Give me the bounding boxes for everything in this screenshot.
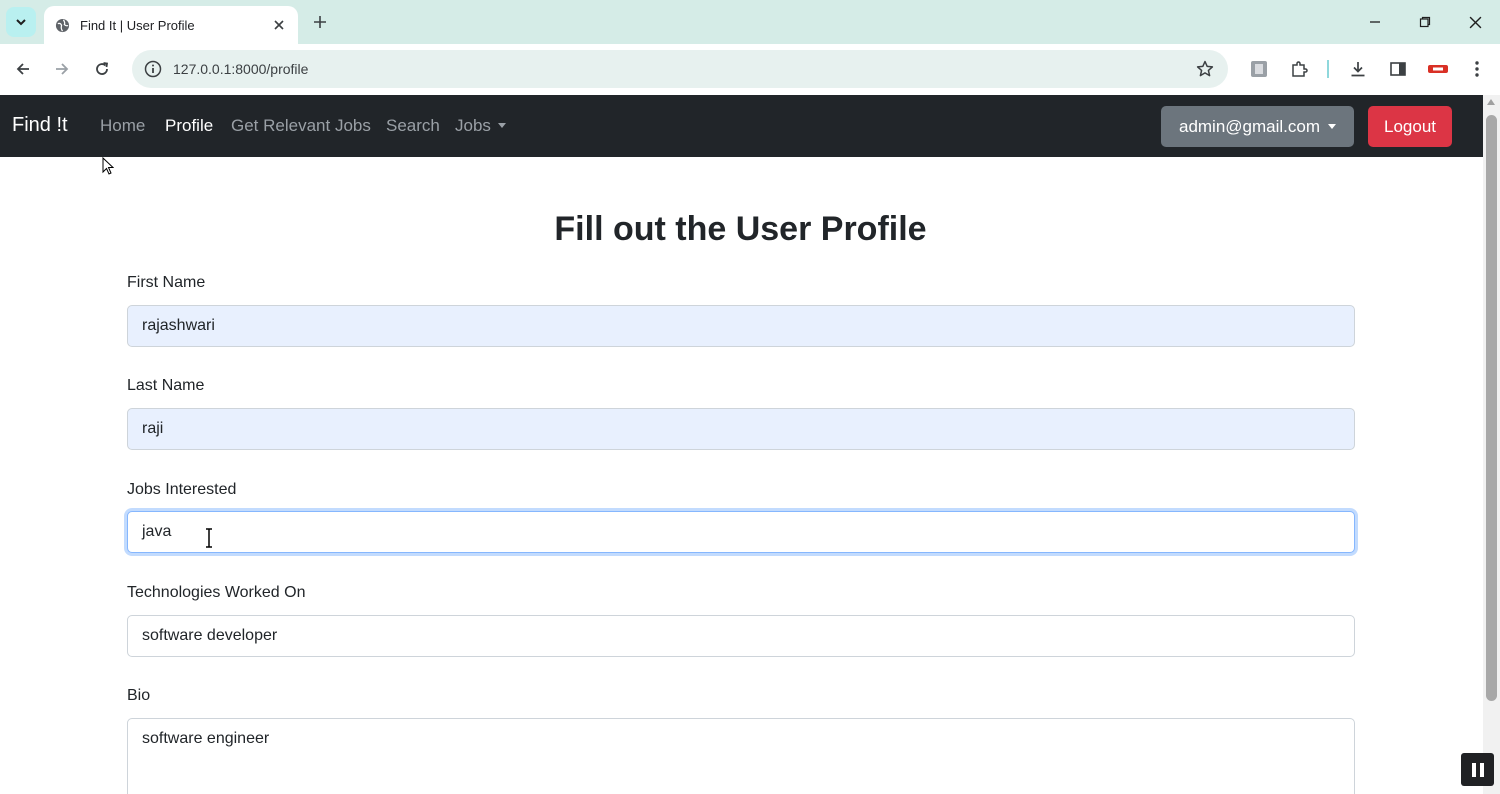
mouse-cursor-icon <box>102 157 114 175</box>
first-name-input[interactable]: rajashwari <box>127 305 1355 347</box>
pause-icon <box>1471 762 1476 777</box>
tab-title: Find It | User Profile <box>80 17 195 33</box>
nav-link-home[interactable]: Home <box>100 116 145 136</box>
minimize-icon[interactable] <box>1361 8 1389 36</box>
extension-avatar-icon[interactable] <box>1246 56 1272 82</box>
bio-label: Bio <box>127 687 151 704</box>
scrollbar-thumb[interactable] <box>1486 115 1497 701</box>
extension-badge-icon[interactable] <box>1425 56 1451 82</box>
last-name-label: Last Name <box>127 377 205 394</box>
nav-dropdown-jobs[interactable]: Jobs <box>455 116 506 136</box>
nav-link-search[interactable]: Search <box>386 116 440 136</box>
text-cursor-icon <box>206 528 212 548</box>
close-window-icon[interactable] <box>1461 8 1489 36</box>
restore-icon[interactable] <box>1411 8 1439 36</box>
technologies-input[interactable]: software developer <box>127 615 1355 657</box>
tab-close-icon[interactable] <box>270 16 288 34</box>
new-tab-icon[interactable] <box>308 10 332 34</box>
bookmark-star-icon[interactable] <box>1194 58 1216 80</box>
address-bar[interactable]: 127.0.0.1:8000/profile <box>132 50 1228 88</box>
back-arrow-icon[interactable] <box>10 56 36 82</box>
nav-dropdown-jobs-label: Jobs <box>455 116 491 135</box>
caret-down-icon <box>1328 124 1337 129</box>
first-name-label: First Name <box>127 274 206 291</box>
extensions-puzzle-icon[interactable] <box>1286 56 1312 82</box>
user-dropdown-button[interactable]: admin@gmail.com <box>1161 106 1354 147</box>
jobs-interested-label: Jobs Interested <box>127 481 237 498</box>
chevron-down-icon <box>16 19 26 26</box>
jobs-interested-input[interactable]: java <box>127 511 1355 553</box>
brand-logo[interactable]: Find !t <box>12 114 68 137</box>
toolbar-separator <box>1327 60 1329 78</box>
url-text: 127.0.0.1:8000/profile <box>173 61 309 77</box>
reload-icon[interactable] <box>89 56 115 82</box>
download-icon[interactable] <box>1345 56 1371 82</box>
last-name-input[interactable]: raji <box>127 408 1355 450</box>
side-panel-icon[interactable] <box>1385 56 1411 82</box>
browser-toolbar: 127.0.0.1:8000/profile <box>0 44 1500 95</box>
tab-search-button[interactable] <box>6 7 36 37</box>
user-email: admin@gmail.com <box>1178 116 1321 136</box>
bio-textarea[interactable]: software engineer <box>127 718 1355 794</box>
pause-recording-button[interactable] <box>1461 753 1494 786</box>
more-menu-icon[interactable] <box>1464 56 1490 82</box>
page-scrollbar[interactable] <box>1483 95 1500 794</box>
caret-down-icon <box>497 123 506 128</box>
browser-tab-bar: Find It | User Profile <box>0 0 1500 44</box>
site-info-icon[interactable] <box>142 58 164 80</box>
page-title: Fill out the User Profile <box>554 210 927 248</box>
logout-button[interactable]: Logout <box>1368 106 1452 147</box>
nav-link-profile[interactable]: Profile <box>165 116 213 136</box>
scroll-up-arrow-icon[interactable] <box>1487 99 1495 105</box>
browser-tab[interactable]: Find It | User Profile <box>44 6 298 44</box>
forward-arrow-icon[interactable] <box>49 56 75 82</box>
app-navbar: Find !t Home Profile Get Relevant Jobs S… <box>0 95 1483 157</box>
technologies-label: Technologies Worked On <box>127 584 306 601</box>
nav-link-get-relevant-jobs[interactable]: Get Relevant Jobs <box>231 116 371 136</box>
globe-icon <box>54 17 70 33</box>
